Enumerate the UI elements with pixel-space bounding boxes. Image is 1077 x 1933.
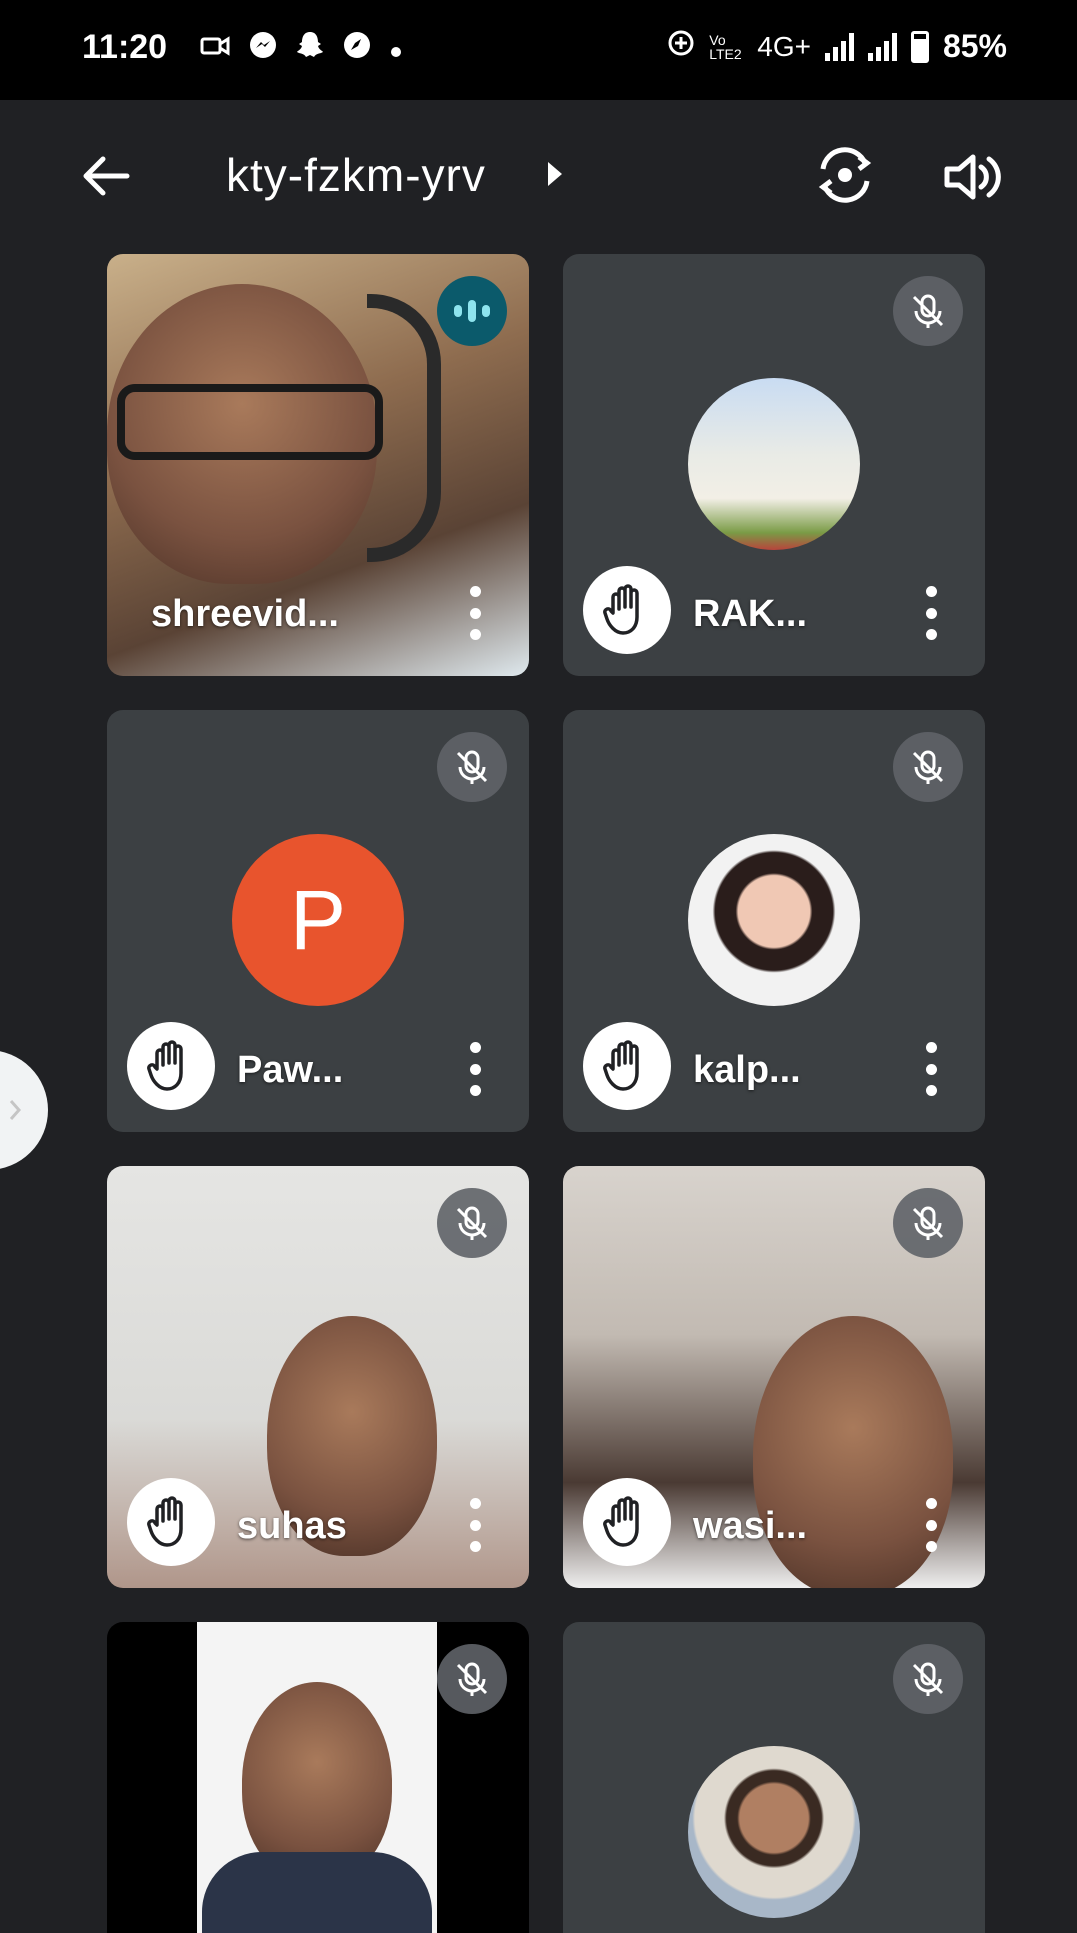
speaking-indicator xyxy=(437,276,507,346)
more-options-button[interactable] xyxy=(921,1498,941,1552)
more-options-button[interactable] xyxy=(465,586,485,640)
network-type: 4G+ xyxy=(757,30,811,62)
participant-jacket xyxy=(202,1852,432,1933)
participant-tile[interactable]: suhas xyxy=(107,1166,529,1588)
messenger-icon xyxy=(248,30,278,67)
more-options-button[interactable] xyxy=(921,586,941,640)
participant-avatar xyxy=(688,834,860,1006)
more-options-button[interactable] xyxy=(465,1042,485,1096)
snapchat-icon xyxy=(296,30,324,67)
mic-off-icon xyxy=(456,1206,488,1240)
participant-tile[interactable]: kalp... xyxy=(563,710,985,1132)
participant-tile[interactable]: P Paw... xyxy=(107,710,529,1132)
participant-initial-avatar: P xyxy=(232,834,404,1006)
muted-indicator xyxy=(437,732,507,802)
speaker-icon xyxy=(944,154,1001,200)
raised-hand-indicator xyxy=(583,1022,671,1110)
raised-hand-icon xyxy=(603,584,639,635)
audio-output-button[interactable] xyxy=(940,144,1006,210)
status-time: 11:20 xyxy=(82,28,168,66)
volte-label: Vo LTE2 xyxy=(709,31,742,62)
meeting-app-bar: kty-fzkm-yrv xyxy=(0,100,1077,250)
participant-name: RAK... xyxy=(693,593,807,635)
raised-hand-indicator xyxy=(583,1478,671,1566)
battery-level: 85% xyxy=(942,28,1007,64)
mic-off-icon xyxy=(912,1662,944,1696)
mic-off-icon xyxy=(912,750,944,784)
participant-tile[interactable]: wasi... xyxy=(563,1166,985,1588)
system-status: Vo LTE2 4G+ 85% xyxy=(667,28,1007,65)
signal-strength-2-icon xyxy=(867,32,897,61)
mic-off-icon xyxy=(456,1662,488,1696)
participant-tile[interactable] xyxy=(563,1622,985,1933)
muted-indicator xyxy=(437,1644,507,1714)
arrow-left-icon xyxy=(83,156,130,196)
compass-icon xyxy=(342,30,372,67)
raised-hand-indicator xyxy=(127,1478,215,1566)
mic-off-icon xyxy=(456,750,488,784)
participant-tile[interactable] xyxy=(107,1622,529,1933)
participant-name: Paw... xyxy=(237,1049,344,1091)
raised-hand-icon xyxy=(147,1040,183,1091)
participant-name: shreevid... xyxy=(151,593,339,635)
mic-off-icon xyxy=(912,294,944,328)
raised-hand-indicator xyxy=(127,1022,215,1110)
meeting-code[interactable]: kty-fzkm-yrv xyxy=(226,148,486,202)
video-camera-icon xyxy=(200,33,230,65)
hotspot-icon xyxy=(667,29,695,64)
mic-off-icon xyxy=(912,1206,944,1240)
dot-icon xyxy=(390,33,402,65)
muted-indicator xyxy=(893,732,963,802)
participant-name: wasi... xyxy=(693,1505,808,1547)
participant-name: kalp... xyxy=(693,1049,801,1091)
raised-hand-indicator xyxy=(583,566,671,654)
caret-right-icon[interactable] xyxy=(548,162,562,186)
participant-tile[interactable]: shreevid... xyxy=(107,254,529,676)
notification-icons xyxy=(200,30,402,67)
switch-camera-button[interactable] xyxy=(810,140,880,210)
muted-indicator xyxy=(893,1644,963,1714)
participant-avatar xyxy=(688,1746,860,1918)
raised-hand-icon xyxy=(603,1040,639,1091)
camera-switch-icon xyxy=(818,147,872,203)
raised-hand-icon xyxy=(603,1496,639,1547)
chevron-right-icon xyxy=(9,1100,22,1120)
muted-indicator xyxy=(893,1188,963,1258)
more-options-button[interactable] xyxy=(921,1042,941,1096)
participant-avatar xyxy=(688,378,860,550)
side-panel-handle[interactable] xyxy=(0,1050,48,1170)
status-bar: 11:20 Vo LTE2 4G+ 85% xyxy=(0,0,1077,100)
signal-strength-icon xyxy=(824,32,854,61)
raised-hand-icon xyxy=(147,1496,183,1547)
participant-tile[interactable]: RAK... xyxy=(563,254,985,676)
muted-indicator xyxy=(893,276,963,346)
glasses xyxy=(117,384,383,460)
back-button[interactable] xyxy=(78,148,134,204)
participant-name: suhas xyxy=(237,1505,347,1547)
muted-indicator xyxy=(437,1188,507,1258)
battery-icon xyxy=(910,30,929,63)
more-options-button[interactable] xyxy=(465,1498,485,1552)
